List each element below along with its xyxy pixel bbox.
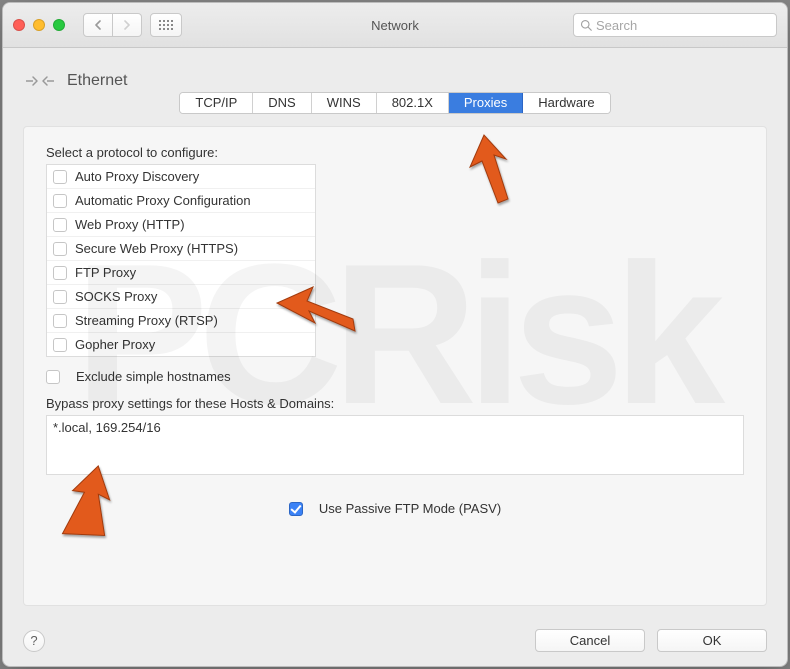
titlebar: Network Search: [3, 3, 787, 48]
tab-row: TCP/IPDNSWINS802.1XProxiesHardware: [3, 92, 787, 114]
ok-button[interactable]: OK: [657, 629, 767, 652]
protocol-item[interactable]: Automatic Proxy Configuration: [47, 189, 315, 213]
tab-8021x[interactable]: 802.1X: [377, 93, 449, 113]
preferences-window: Network Search Ethernet TCP/IPDNSWINS802…: [2, 2, 788, 667]
protocol-item[interactable]: Auto Proxy Discovery: [47, 165, 315, 189]
protocol-label: Auto Proxy Discovery: [75, 169, 199, 184]
tab-proxies[interactable]: Proxies: [449, 93, 523, 113]
protocol-checkbox[interactable]: [53, 266, 67, 280]
exclude-simple-label: Exclude simple hostnames: [76, 369, 231, 384]
tab-dns[interactable]: DNS: [253, 93, 311, 113]
protocol-label: SOCKS Proxy: [75, 289, 157, 304]
close-window-button[interactable]: [13, 19, 25, 31]
protocol-checkbox[interactable]: [53, 170, 67, 184]
interface-name: Ethernet: [67, 72, 127, 90]
protocol-item[interactable]: SOCKS Proxy: [47, 285, 315, 309]
ethernet-icon: [25, 66, 55, 96]
protocol-label: Streaming Proxy (RTSP): [75, 313, 218, 328]
protocol-label: Automatic Proxy Configuration: [75, 193, 251, 208]
grid-icon: [159, 20, 173, 30]
tab-wins[interactable]: WINS: [312, 93, 377, 113]
protocol-item[interactable]: Streaming Proxy (RTSP): [47, 309, 315, 333]
minimize-window-button[interactable]: [33, 19, 45, 31]
forward-button[interactable]: [113, 13, 142, 37]
pasv-checkbox[interactable]: [289, 502, 303, 516]
select-protocol-label: Select a protocol to configure:: [46, 145, 744, 160]
footer-buttons: Cancel OK: [535, 629, 767, 652]
protocol-label: Web Proxy (HTTP): [75, 217, 185, 232]
tab-tcpip[interactable]: TCP/IP: [180, 93, 253, 113]
protocol-checkbox[interactable]: [53, 242, 67, 256]
bypass-textarea[interactable]: *.local, 169.254/16: [46, 415, 744, 475]
chevron-right-icon: [123, 20, 131, 30]
exclude-simple-checkbox[interactable]: [46, 370, 60, 384]
window-title: Network: [371, 18, 419, 33]
window-traffic-lights: [13, 19, 65, 31]
pasv-row: Use Passive FTP Mode (PASV): [46, 501, 744, 516]
protocol-checkbox[interactable]: [53, 314, 67, 328]
protocol-checkbox[interactable]: [53, 290, 67, 304]
protocol-checkbox[interactable]: [53, 194, 67, 208]
protocol-label: Gopher Proxy: [75, 337, 155, 352]
protocol-item[interactable]: Gopher Proxy: [47, 333, 315, 356]
footer: ? Cancel OK: [23, 629, 767, 652]
pasv-label: Use Passive FTP Mode (PASV): [319, 501, 501, 516]
protocol-item[interactable]: FTP Proxy: [47, 261, 315, 285]
protocol-checkbox[interactable]: [53, 218, 67, 232]
exclude-simple-row: Exclude simple hostnames: [46, 369, 744, 384]
protocol-list[interactable]: Auto Proxy Discovery Automatic Proxy Conf…: [46, 164, 316, 357]
cancel-button[interactable]: Cancel: [535, 629, 645, 652]
bypass-label: Bypass proxy settings for these Hosts & …: [46, 396, 744, 411]
proxy-panel: Select a protocol to configure: Auto Pro…: [23, 126, 767, 606]
search-field[interactable]: Search: [573, 13, 777, 37]
search-icon: [580, 19, 592, 31]
back-button[interactable]: [83, 13, 113, 37]
show-all-button[interactable]: [150, 13, 182, 37]
help-button[interactable]: ?: [23, 630, 45, 652]
tabs: TCP/IPDNSWINS802.1XProxiesHardware: [179, 92, 610, 114]
protocol-label: Secure Web Proxy (HTTPS): [75, 241, 238, 256]
protocol-item[interactable]: Web Proxy (HTTP): [47, 213, 315, 237]
protocol-label: FTP Proxy: [75, 265, 136, 280]
search-placeholder: Search: [596, 18, 637, 33]
tab-hardware[interactable]: Hardware: [523, 93, 609, 113]
nav-button-group: [83, 13, 142, 37]
chevron-left-icon: [94, 20, 102, 30]
protocol-checkbox[interactable]: [53, 338, 67, 352]
zoom-window-button[interactable]: [53, 19, 65, 31]
protocol-item[interactable]: Secure Web Proxy (HTTPS): [47, 237, 315, 261]
